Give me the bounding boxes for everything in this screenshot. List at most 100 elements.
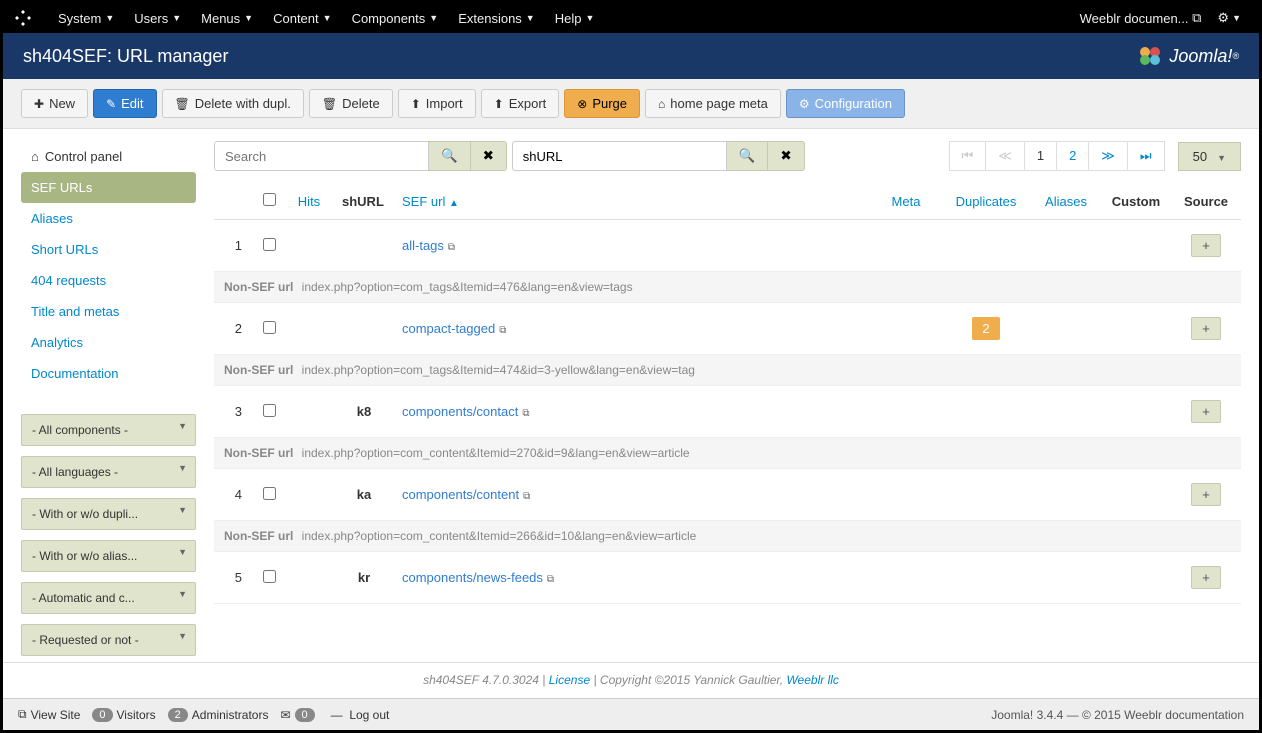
page-prev[interactable]: ≪ [985,141,1025,171]
source-add-button[interactable]: + [1191,483,1221,506]
external-icon[interactable]: ⧉ [547,574,554,585]
sef-url-link[interactable]: components/content [402,487,519,502]
row-checkbox[interactable] [263,570,276,583]
nonsef-url: index.php?option=com_tags&Itemid=476&lan… [302,280,633,294]
source-add-button[interactable]: + [1191,234,1221,257]
table-row: 2 compact-tagged⧉ 2 + [214,303,1241,355]
search-button[interactable]: 🔍 [429,141,471,171]
source-add-button[interactable]: + [1191,400,1221,423]
sidebar-item-documentation[interactable]: Documentation [21,358,196,389]
external-icon: ⧉ [18,707,27,722]
topmenu-system[interactable]: System▼ [48,11,124,26]
sidebar-item-title-metas[interactable]: Title and metas [21,296,196,327]
version-info: Joomla! 3.4.4 — © 2015 Weeblr documentat… [991,708,1244,722]
col-hits[interactable]: Hits [284,183,334,220]
configuration-button[interactable]: ⚙Configuration [786,89,905,118]
page-title: sh404SEF: URL manager [23,46,228,67]
filter-requested[interactable]: - Requested or not -▼ [21,624,196,656]
duplicate-badge[interactable]: 2 [972,317,999,340]
homepage-meta-button[interactable]: ⌂home page meta [645,89,781,118]
license-link[interactable]: License [549,673,590,687]
export-button[interactable]: ⬆Export [481,89,560,118]
topmenu-components[interactable]: Components▼ [342,11,449,26]
toolbar: ✚New ✎Edit 🗑Delete with dupl. 🗑Delete ⬆I… [3,79,1259,129]
control-panel-link[interactable]: ⌂Control panel [21,141,196,172]
close-icon: ✖ [483,148,494,163]
page-first[interactable]: ⏮ [949,141,987,171]
page-last[interactable]: ⏭ [1127,141,1165,171]
filter-automatic[interactable]: - Automatic and c...▼ [21,582,196,614]
topmenu-content[interactable]: Content▼ [263,11,341,26]
row-checkbox[interactable] [263,238,276,251]
external-icon[interactable]: ⧉ [522,408,529,419]
new-button[interactable]: ✚New [21,89,88,118]
home-icon: ⌂ [658,97,665,111]
topmenu-extensions[interactable]: Extensions▼ [448,11,545,26]
sef-url-link[interactable]: all-tags [402,238,444,253]
shurl-search-button[interactable]: 🔍 [727,141,769,171]
sef-url-link[interactable]: components/news-feeds [402,570,543,585]
joomla-brand: Joomla!® [1137,44,1239,68]
topmenu-help[interactable]: Help▼ [545,11,605,26]
row-checkbox[interactable] [263,487,276,500]
logout-link[interactable]: — Log out [331,708,390,722]
filter-aliases[interactable]: - With or w/o alias...▼ [21,540,196,572]
col-sefurl[interactable]: SEF url ▲ [394,183,871,220]
nonsef-row: Non-SEF url index.php?option=com_tags&It… [214,272,1241,303]
topmenu-menus[interactable]: Menus▼ [191,11,263,26]
row-shurl: k8 [334,386,394,438]
weeblr-link[interactable]: Weeblr llc [786,673,838,687]
table-row: 4 ka components/content ⧉ + [214,469,1241,521]
col-duplicates[interactable]: Duplicates [941,183,1031,220]
external-icon[interactable]: ⧉ [523,491,530,502]
table-row: 1 all-tags⧉ + [214,220,1241,272]
edit-button[interactable]: ✎Edit [93,89,156,118]
sidebar-item-short-urls[interactable]: Short URLs [21,234,196,265]
admins-count[interactable]: 2Administrators [168,708,269,722]
row-checkbox[interactable] [263,404,276,417]
filter-duplicates[interactable]: - With or w/o dupli...▼ [21,498,196,530]
gear-icon[interactable]: ⚙▼ [1209,10,1249,26]
select-all-checkbox[interactable] [263,193,276,206]
row-number: 3 [214,386,254,438]
search-input[interactable] [214,141,429,171]
visitors-count[interactable]: 0Visitors [92,708,155,722]
download-icon: ⬆ [494,97,504,111]
top-site-link[interactable]: Weeblr documen... ⧉ [1072,10,1210,26]
page-2[interactable]: 2 [1056,141,1089,171]
sort-asc-icon: ▲ [449,198,459,209]
sidebar-item-analytics[interactable]: Analytics [21,327,196,358]
topmenu-users[interactable]: Users▼ [124,11,191,26]
row-shurl: ka [334,469,394,521]
col-aliases[interactable]: Aliases [1031,183,1101,220]
page-1[interactable]: 1 [1024,141,1057,171]
col-meta[interactable]: Meta [871,183,941,220]
sidebar-item-sef-urls[interactable]: SEF URLs [21,172,196,203]
filter-languages[interactable]: - All languages -▼ [21,456,196,488]
page-next[interactable]: ≫ [1088,141,1128,171]
source-add-button[interactable]: + [1191,566,1221,589]
shurl-search-input[interactable] [512,141,727,171]
table-row: 3 k8 components/contact ⧉ + [214,386,1241,438]
external-icon[interactable]: ⧉ [499,325,506,336]
sidebar-item-aliases[interactable]: Aliases [21,203,196,234]
purge-button[interactable]: ⊗Purge [564,89,640,118]
x-circle-icon: ⊗ [577,97,587,111]
sef-url-link[interactable]: compact-tagged [402,321,495,336]
view-site-link[interactable]: ⧉View Site [18,707,80,722]
source-add-button[interactable]: + [1191,317,1221,340]
clear-search-button[interactable]: ✖ [471,141,507,171]
clear-shurl-button[interactable]: ✖ [768,141,804,171]
sidebar-item-404[interactable]: 404 requests [21,265,196,296]
joomla-icon[interactable] [13,8,33,28]
row-checkbox[interactable] [263,321,276,334]
filter-components[interactable]: - All components -▼ [21,414,196,446]
delete-button[interactable]: 🗑Delete [309,89,393,118]
import-button[interactable]: ⬆Import [398,89,476,118]
delete-dupl-button[interactable]: 🗑Delete with dupl. [162,89,304,118]
row-number: 4 [214,469,254,521]
limit-select[interactable]: 50▼ [1178,142,1241,171]
messages-count[interactable]: ✉0 [280,708,318,722]
sef-url-link[interactable]: components/contact [402,404,518,419]
external-icon[interactable]: ⧉ [448,242,455,253]
